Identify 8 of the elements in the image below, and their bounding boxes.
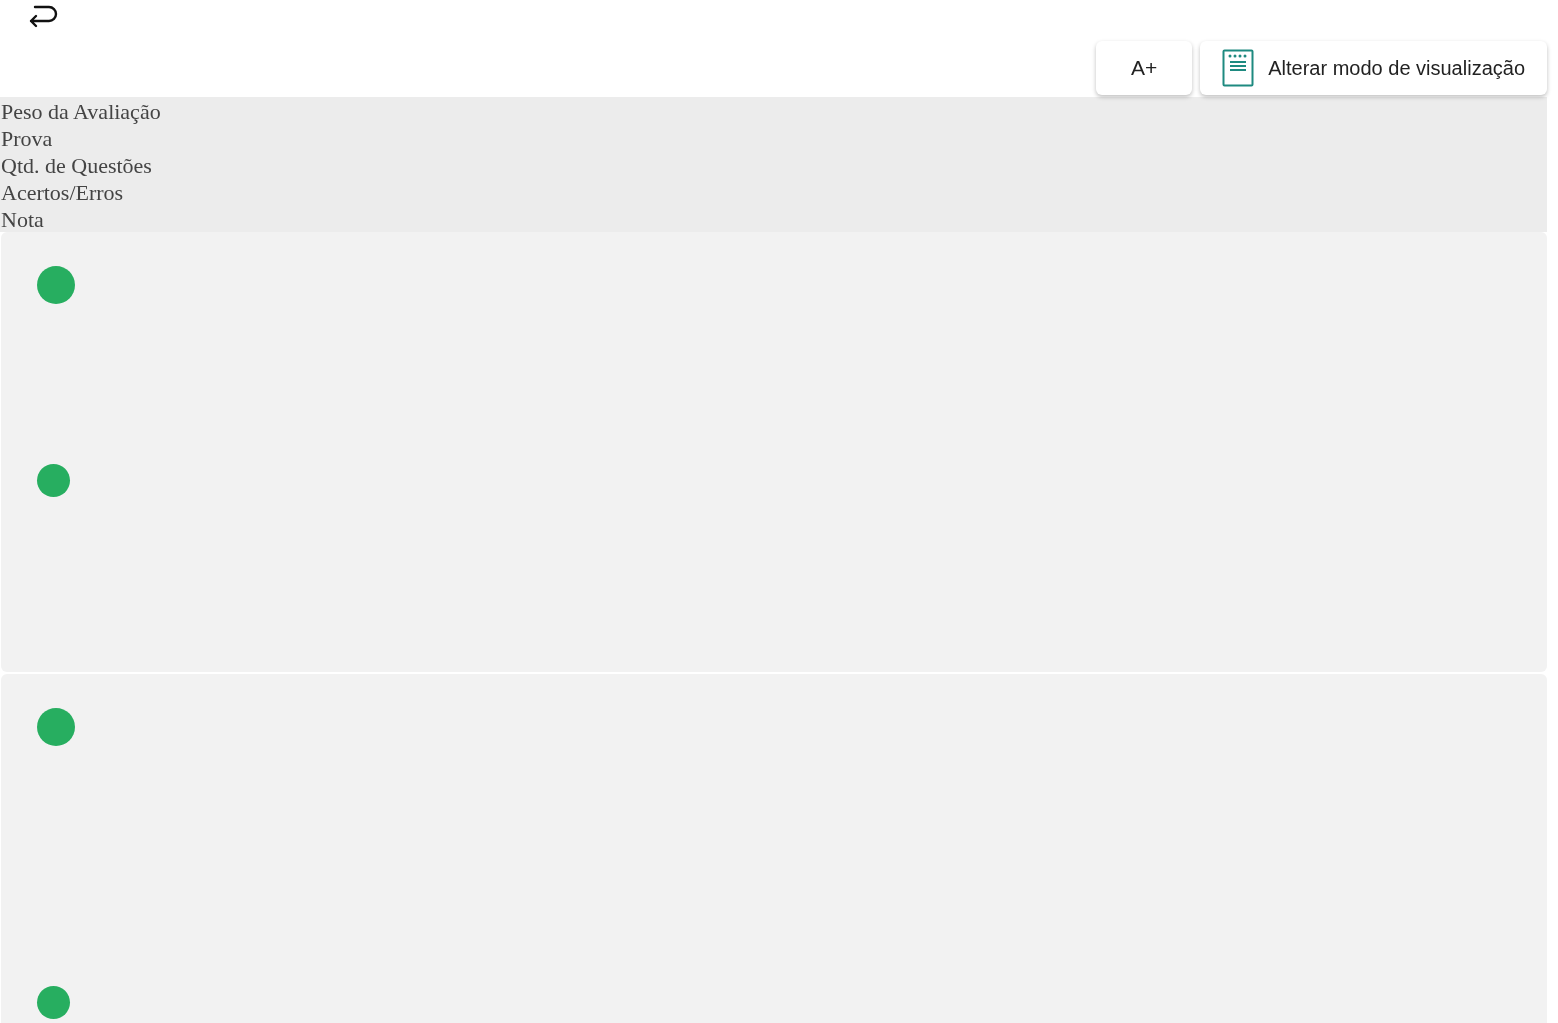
summary-label: Qtd. de Questões xyxy=(0,152,152,179)
summary-label: Nota xyxy=(0,206,44,233)
summary-label: Prova xyxy=(0,125,53,152)
summary-label: Peso da Avaliação xyxy=(0,98,161,125)
view-mode-button[interactable]: Alterar modo de visualização xyxy=(1200,41,1547,95)
document-icon xyxy=(1222,49,1255,87)
font-size-button[interactable]: A+ xyxy=(1096,41,1193,95)
summary-label: Acertos/Erros xyxy=(0,179,124,206)
